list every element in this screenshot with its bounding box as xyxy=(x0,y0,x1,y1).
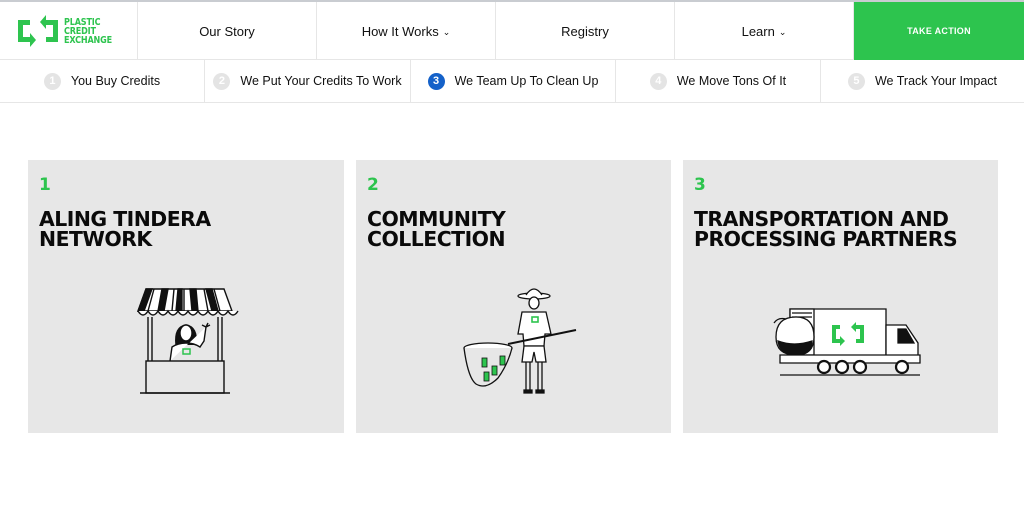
logo-wordmark: PLASTIC CREDIT EXCHANGE xyxy=(64,16,113,46)
top-navigation: PLASTIC CREDIT EXCHANGE Our Story How It… xyxy=(0,0,1024,60)
logo-on-shirt-icon xyxy=(182,348,191,355)
step-label: We Put Your Credits To Work xyxy=(240,74,402,88)
process-steps-tabs: 1 You Buy Credits 2 We Put Your Credits … xyxy=(0,60,1024,103)
step-label: We Track Your Impact xyxy=(874,74,998,88)
step-label: We Team Up To Clean Up xyxy=(454,74,599,88)
card-number: 3 xyxy=(694,175,706,195)
nav-learn[interactable]: Learn ⌄ xyxy=(675,2,854,60)
partner-card-transportation: 3 TRANSPORTATION AND PROCESSING PARTNERS xyxy=(683,160,998,433)
collector-with-net-illustration xyxy=(463,288,577,394)
partner-card-aling-tindera: 1 ALING TINDERA NETWORK xyxy=(28,160,344,433)
step-tab-4[interactable]: 4 We Move Tons Of It xyxy=(616,60,821,102)
partner-card-community-collection: 2 COMMUNITY COLLECTION xyxy=(356,160,671,433)
store-vendor-illustration xyxy=(137,288,239,394)
step-tab-5[interactable]: 5 We Track Your Impact xyxy=(821,60,1024,102)
step-label: You Buy Credits xyxy=(70,74,161,88)
chevron-down-icon: ⌄ xyxy=(442,26,451,37)
card-title: ALING TINDERA NETWORK xyxy=(39,207,211,251)
recycling-truck-illustration xyxy=(773,308,921,376)
step-number-badge: 2 xyxy=(213,72,231,90)
step-number-badge: 1 xyxy=(43,72,61,90)
nav-how-it-works[interactable]: How It Works ⌄ xyxy=(317,2,496,60)
step-tab-2[interactable]: 2 We Put Your Credits To Work xyxy=(205,60,411,102)
card-title: TRANSPORTATION AND PROCESSING PARTNERS xyxy=(694,207,958,251)
card-number: 2 xyxy=(367,175,379,195)
logo[interactable]: PLASTIC CREDIT EXCHANGE xyxy=(0,2,138,60)
exchange-arrows-icon xyxy=(18,15,59,47)
step-label: We Move Tons Of It xyxy=(676,74,787,88)
step-number-badge: 5 xyxy=(847,72,865,90)
step-number-badge: 3 xyxy=(427,72,445,90)
card-number: 1 xyxy=(39,175,51,195)
chevron-down-icon: ⌄ xyxy=(778,26,787,37)
card-title: COMMUNITY COLLECTION xyxy=(367,207,506,251)
step-tab-1[interactable]: 1 You Buy Credits xyxy=(0,60,205,102)
take-action-button[interactable]: TAKE ACTION xyxy=(854,2,1024,60)
step-tab-3[interactable]: 3 We Team Up To Clean Up xyxy=(411,60,616,102)
nav-registry[interactable]: Registry xyxy=(496,2,675,60)
nav-our-story[interactable]: Our Story xyxy=(138,2,317,60)
step-number-badge: 4 xyxy=(649,72,667,90)
